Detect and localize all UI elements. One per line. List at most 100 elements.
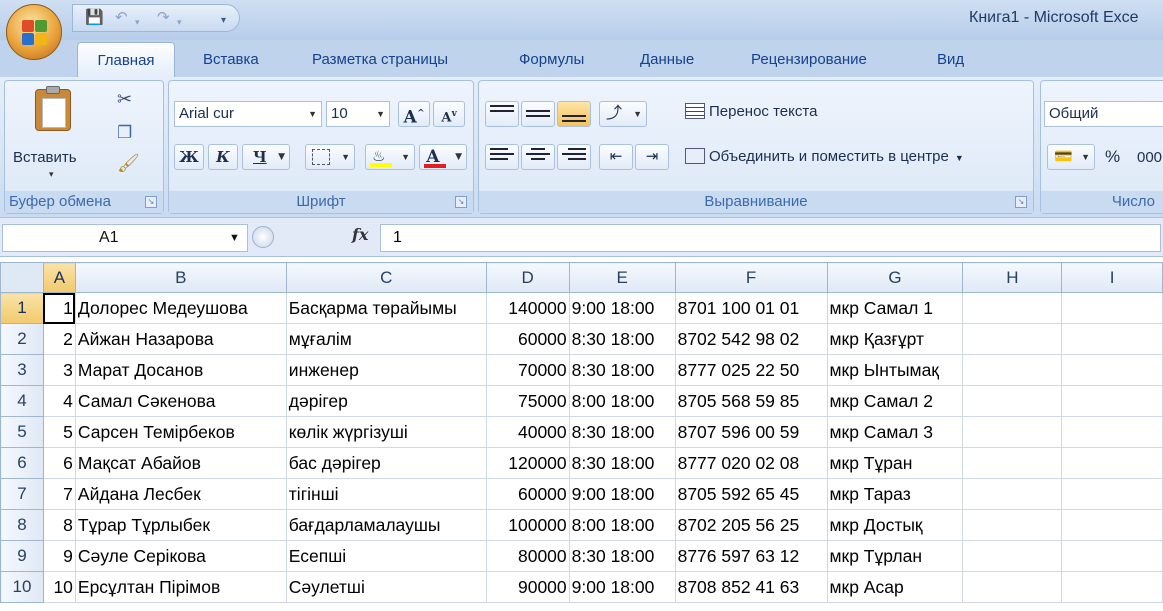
- font-color-button[interactable]: А ▼: [419, 144, 467, 170]
- paste-button[interactable]: Вставить ▾: [13, 86, 85, 187]
- cell-b[interactable]: Сәуле Серікова: [74, 540, 287, 572]
- cell-i[interactable]: [1061, 385, 1163, 417]
- cell-i[interactable]: [1061, 509, 1163, 541]
- cell-g[interactable]: мкр Самал 2: [826, 385, 964, 417]
- align-left-button[interactable]: [485, 144, 519, 170]
- underline-button[interactable]: Ч ▼: [242, 144, 290, 170]
- cell-e[interactable]: 8:30 18:00: [568, 416, 676, 448]
- thousands-button[interactable]: 000: [1137, 149, 1162, 166]
- cell-i[interactable]: [1061, 354, 1163, 386]
- cell-h[interactable]: [962, 385, 1063, 417]
- cell-f[interactable]: 8702 205 56 25: [674, 509, 828, 541]
- cell-g[interactable]: мкр Қазғұрт: [826, 323, 964, 355]
- cell-i[interactable]: [1061, 540, 1163, 572]
- cell-h[interactable]: [962, 323, 1063, 355]
- cell-d[interactable]: 120000: [485, 447, 570, 479]
- column-header-h[interactable]: H: [962, 262, 1063, 293]
- cell-d[interactable]: 70000: [485, 354, 570, 386]
- merge-center-button[interactable]: Объединить и поместить в центре ▼: [685, 148, 964, 172]
- row-header[interactable]: 3: [0, 354, 44, 386]
- column-header-e[interactable]: E: [568, 262, 676, 293]
- cell-c[interactable]: дәрігер: [285, 385, 487, 417]
- cell-g[interactable]: мкр Тұран: [826, 447, 964, 479]
- cell-f[interactable]: 8776 597 63 12: [674, 540, 828, 572]
- row-header[interactable]: 9: [0, 540, 44, 572]
- decrease-indent-button[interactable]: ⇤: [599, 144, 633, 170]
- tab-insert[interactable]: Вставка: [203, 51, 259, 68]
- cell-f[interactable]: 8777 020 02 08: [674, 447, 828, 479]
- number-format-select[interactable]: Общий: [1044, 101, 1163, 127]
- row-header[interactable]: 1: [0, 292, 44, 324]
- cell-h[interactable]: [962, 292, 1063, 324]
- formula-input[interactable]: 1: [380, 224, 1161, 252]
- cell-g[interactable]: мкр Асар: [826, 571, 964, 603]
- cell-f[interactable]: 8777 025 22 50: [674, 354, 828, 386]
- alignment-launcher-icon[interactable]: ↘: [1015, 196, 1027, 208]
- cell-c[interactable]: бас дәрігер: [285, 447, 487, 479]
- cell-b[interactable]: Самал Сәкенова: [74, 385, 287, 417]
- cell-a[interactable]: 8: [42, 509, 76, 541]
- cell-b[interactable]: Айдана Лесбек: [74, 478, 287, 510]
- tab-review[interactable]: Рецензирование: [751, 51, 867, 68]
- column-header-a[interactable]: A: [42, 262, 76, 293]
- column-header-b[interactable]: B: [74, 262, 287, 293]
- column-header-d[interactable]: D: [485, 262, 570, 293]
- cell-b[interactable]: Сарсен Темірбеков: [74, 416, 287, 448]
- name-box[interactable]: A1 ▼: [2, 224, 248, 252]
- cell-c[interactable]: Есепші: [285, 540, 487, 572]
- cell-e[interactable]: 8:30 18:00: [568, 540, 676, 572]
- formula-bar-resize-icon[interactable]: [252, 226, 274, 248]
- cell-b[interactable]: Ерсұлтан Пірімов: [74, 571, 287, 603]
- cell-f[interactable]: 8701 100 01 01: [674, 292, 828, 324]
- cell-f[interactable]: 8707 596 00 59: [674, 416, 828, 448]
- cell-g[interactable]: мкр Достық: [826, 509, 964, 541]
- tab-page-layout[interactable]: Разметка страницы: [312, 51, 448, 68]
- cell-e[interactable]: 8:30 18:00: [568, 447, 676, 479]
- cell-a[interactable]: 3: [42, 354, 76, 386]
- tab-formulas[interactable]: Формулы: [519, 51, 584, 68]
- cell-d[interactable]: 140000: [485, 292, 570, 324]
- cell-h[interactable]: [962, 540, 1063, 572]
- cell-i[interactable]: [1061, 323, 1163, 355]
- bold-button[interactable]: Ж: [174, 144, 204, 170]
- cell-d[interactable]: 60000: [485, 323, 570, 355]
- cell-i[interactable]: [1061, 478, 1163, 510]
- cell-i[interactable]: [1061, 447, 1163, 479]
- cell-c[interactable]: мұғалім: [285, 323, 487, 355]
- column-header-c[interactable]: C: [285, 262, 487, 293]
- align-bottom-button[interactable]: [557, 101, 591, 127]
- cell-b[interactable]: Мақсат Абайов: [74, 447, 287, 479]
- cell-d[interactable]: 100000: [485, 509, 570, 541]
- row-header[interactable]: 8: [0, 509, 44, 541]
- align-middle-button[interactable]: [521, 101, 555, 127]
- undo-dropdown-icon[interactable]: ▾: [135, 14, 140, 30]
- clipboard-launcher-icon[interactable]: ↘: [145, 196, 157, 208]
- align-center-button[interactable]: [521, 144, 555, 170]
- cell-f[interactable]: 8705 568 59 85: [674, 385, 828, 417]
- row-header[interactable]: 2: [0, 323, 44, 355]
- column-header-g[interactable]: G: [826, 262, 964, 293]
- font-launcher-icon[interactable]: ↘: [455, 196, 467, 208]
- font-size-select[interactable]: 10 ▼: [326, 101, 390, 127]
- cell-c[interactable]: көлік жүргізуші: [285, 416, 487, 448]
- font-name-select[interactable]: Arial cur ▼: [174, 101, 322, 127]
- cell-a[interactable]: 6: [42, 447, 76, 479]
- column-header-f[interactable]: F: [674, 262, 828, 293]
- orientation-button[interactable]: ⤴ ▼: [599, 101, 647, 127]
- align-right-button[interactable]: [557, 144, 591, 170]
- row-header[interactable]: 5: [0, 416, 44, 448]
- cell-i[interactable]: [1061, 571, 1163, 603]
- customize-toolbar-icon[interactable]: ▾: [221, 13, 226, 29]
- cut-icon[interactable]: ✂: [117, 89, 132, 110]
- tab-data[interactable]: Данные: [640, 51, 694, 68]
- cell-h[interactable]: [962, 571, 1063, 603]
- select-all-corner[interactable]: [0, 262, 44, 293]
- cell-a[interactable]: 1: [42, 292, 76, 324]
- fill-color-button[interactable]: ♨ ▼: [365, 144, 415, 170]
- cell-h[interactable]: [962, 416, 1063, 448]
- insert-function-icon[interactable]: fx: [352, 225, 368, 244]
- percent-button[interactable]: %: [1105, 147, 1120, 167]
- redo-icon[interactable]: ↷: [157, 10, 170, 26]
- cell-d[interactable]: 75000: [485, 385, 570, 417]
- cell-a[interactable]: 9: [42, 540, 76, 572]
